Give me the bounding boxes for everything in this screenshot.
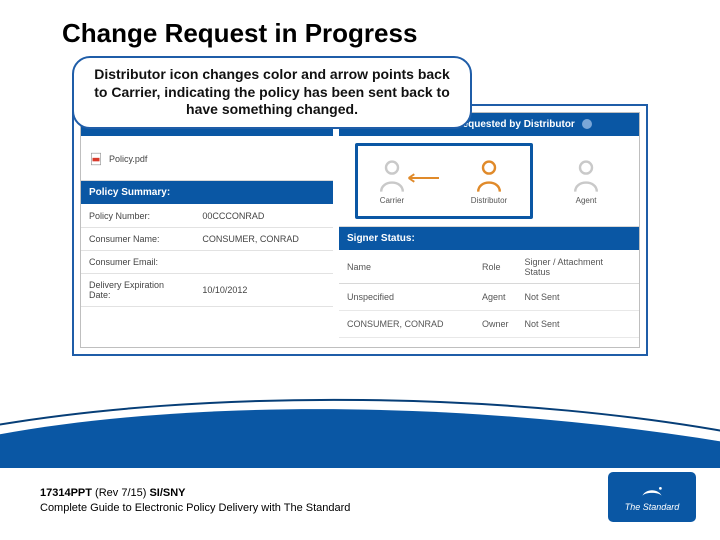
label: Delivery Expiration Date: [81, 274, 194, 307]
col-role: Role [474, 251, 517, 284]
brand-logo: The Standard [608, 472, 696, 522]
footer: 17314PPT (Rev 7/15) SI/SNY Complete Guid… [40, 486, 350, 516]
signer-table: Name Role Signer / Attachment Status Uns… [339, 251, 639, 338]
label: Policy Number: [81, 205, 194, 228]
screenshot-panel: Document: Policy.pdf Policy Summary: Pol… [72, 104, 648, 356]
label: Consumer Email: [81, 251, 194, 274]
actor-label: Distributor [471, 196, 507, 205]
footer-guide: Complete Guide to Electronic Policy Deli… [40, 501, 350, 516]
callout-bubble: Distributor icon changes color and arrow… [72, 56, 472, 129]
col-name: Name [339, 251, 474, 284]
footer-rev: (Rev 7/15) [92, 487, 149, 499]
table-row: Consumer Email: [81, 251, 333, 274]
table-row: Delivery Expiration Date:10/10/2012 [81, 274, 333, 307]
table-row: Consumer Name:CONSUMER, CONRAD [81, 228, 333, 251]
cell: Owner [474, 311, 517, 338]
cell: Unspecified [339, 284, 474, 311]
value: CONSUMER, CONRAD [194, 228, 333, 251]
value: 00CCCONRAD [194, 205, 333, 228]
logo-text: The Standard [625, 502, 680, 512]
footer-code: 17314PPT [40, 487, 92, 499]
person-icon [474, 158, 504, 194]
info-icon [582, 119, 592, 129]
swoosh-graphic [0, 388, 720, 468]
summary-table: Policy Number:00CCCONRAD Consumer Name:C… [81, 205, 333, 307]
label: Consumer Name: [81, 228, 194, 251]
table-row: Policy Number:00CCCONRAD [81, 205, 333, 228]
actor-distributor: Distributor [471, 158, 507, 205]
document-name: Policy.pdf [109, 154, 147, 164]
actor-label: Agent [576, 196, 597, 205]
cell: Not Sent [517, 284, 639, 311]
actor-label: Carrier [380, 196, 404, 205]
col-status: Signer / Attachment Status [517, 251, 639, 284]
cell: Agent [474, 284, 517, 311]
table-row: Unspecified Agent Not Sent [339, 284, 639, 311]
arrow-left-icon [401, 173, 439, 183]
summary-header: Policy Summary: [81, 181, 333, 205]
actor-agent: Agent [571, 158, 601, 205]
cell: Not Sent [517, 311, 639, 338]
right-column: Policy Status: Change Requested by Distr… [339, 113, 639, 347]
signer-header: Signer Status: [339, 227, 639, 251]
page-title: Change Request in Progress [0, 0, 720, 53]
pdf-icon [89, 152, 103, 166]
person-icon [571, 158, 601, 194]
value [194, 251, 333, 274]
table-row: CONSUMER, CONRAD Owner Not Sent [339, 311, 639, 338]
panel-inner: Document: Policy.pdf Policy Summary: Pol… [80, 112, 640, 348]
document-row: Policy.pdf [81, 137, 333, 181]
left-column: Document: Policy.pdf Policy Summary: Pol… [81, 113, 333, 347]
cell: CONSUMER, CONRAD [339, 311, 474, 338]
footer-region: SI/SNY [149, 487, 185, 499]
workflow-diagram: Carrier Distributor Agent [339, 137, 639, 227]
value: 10/10/2012 [194, 274, 333, 307]
eagle-icon [640, 483, 664, 501]
